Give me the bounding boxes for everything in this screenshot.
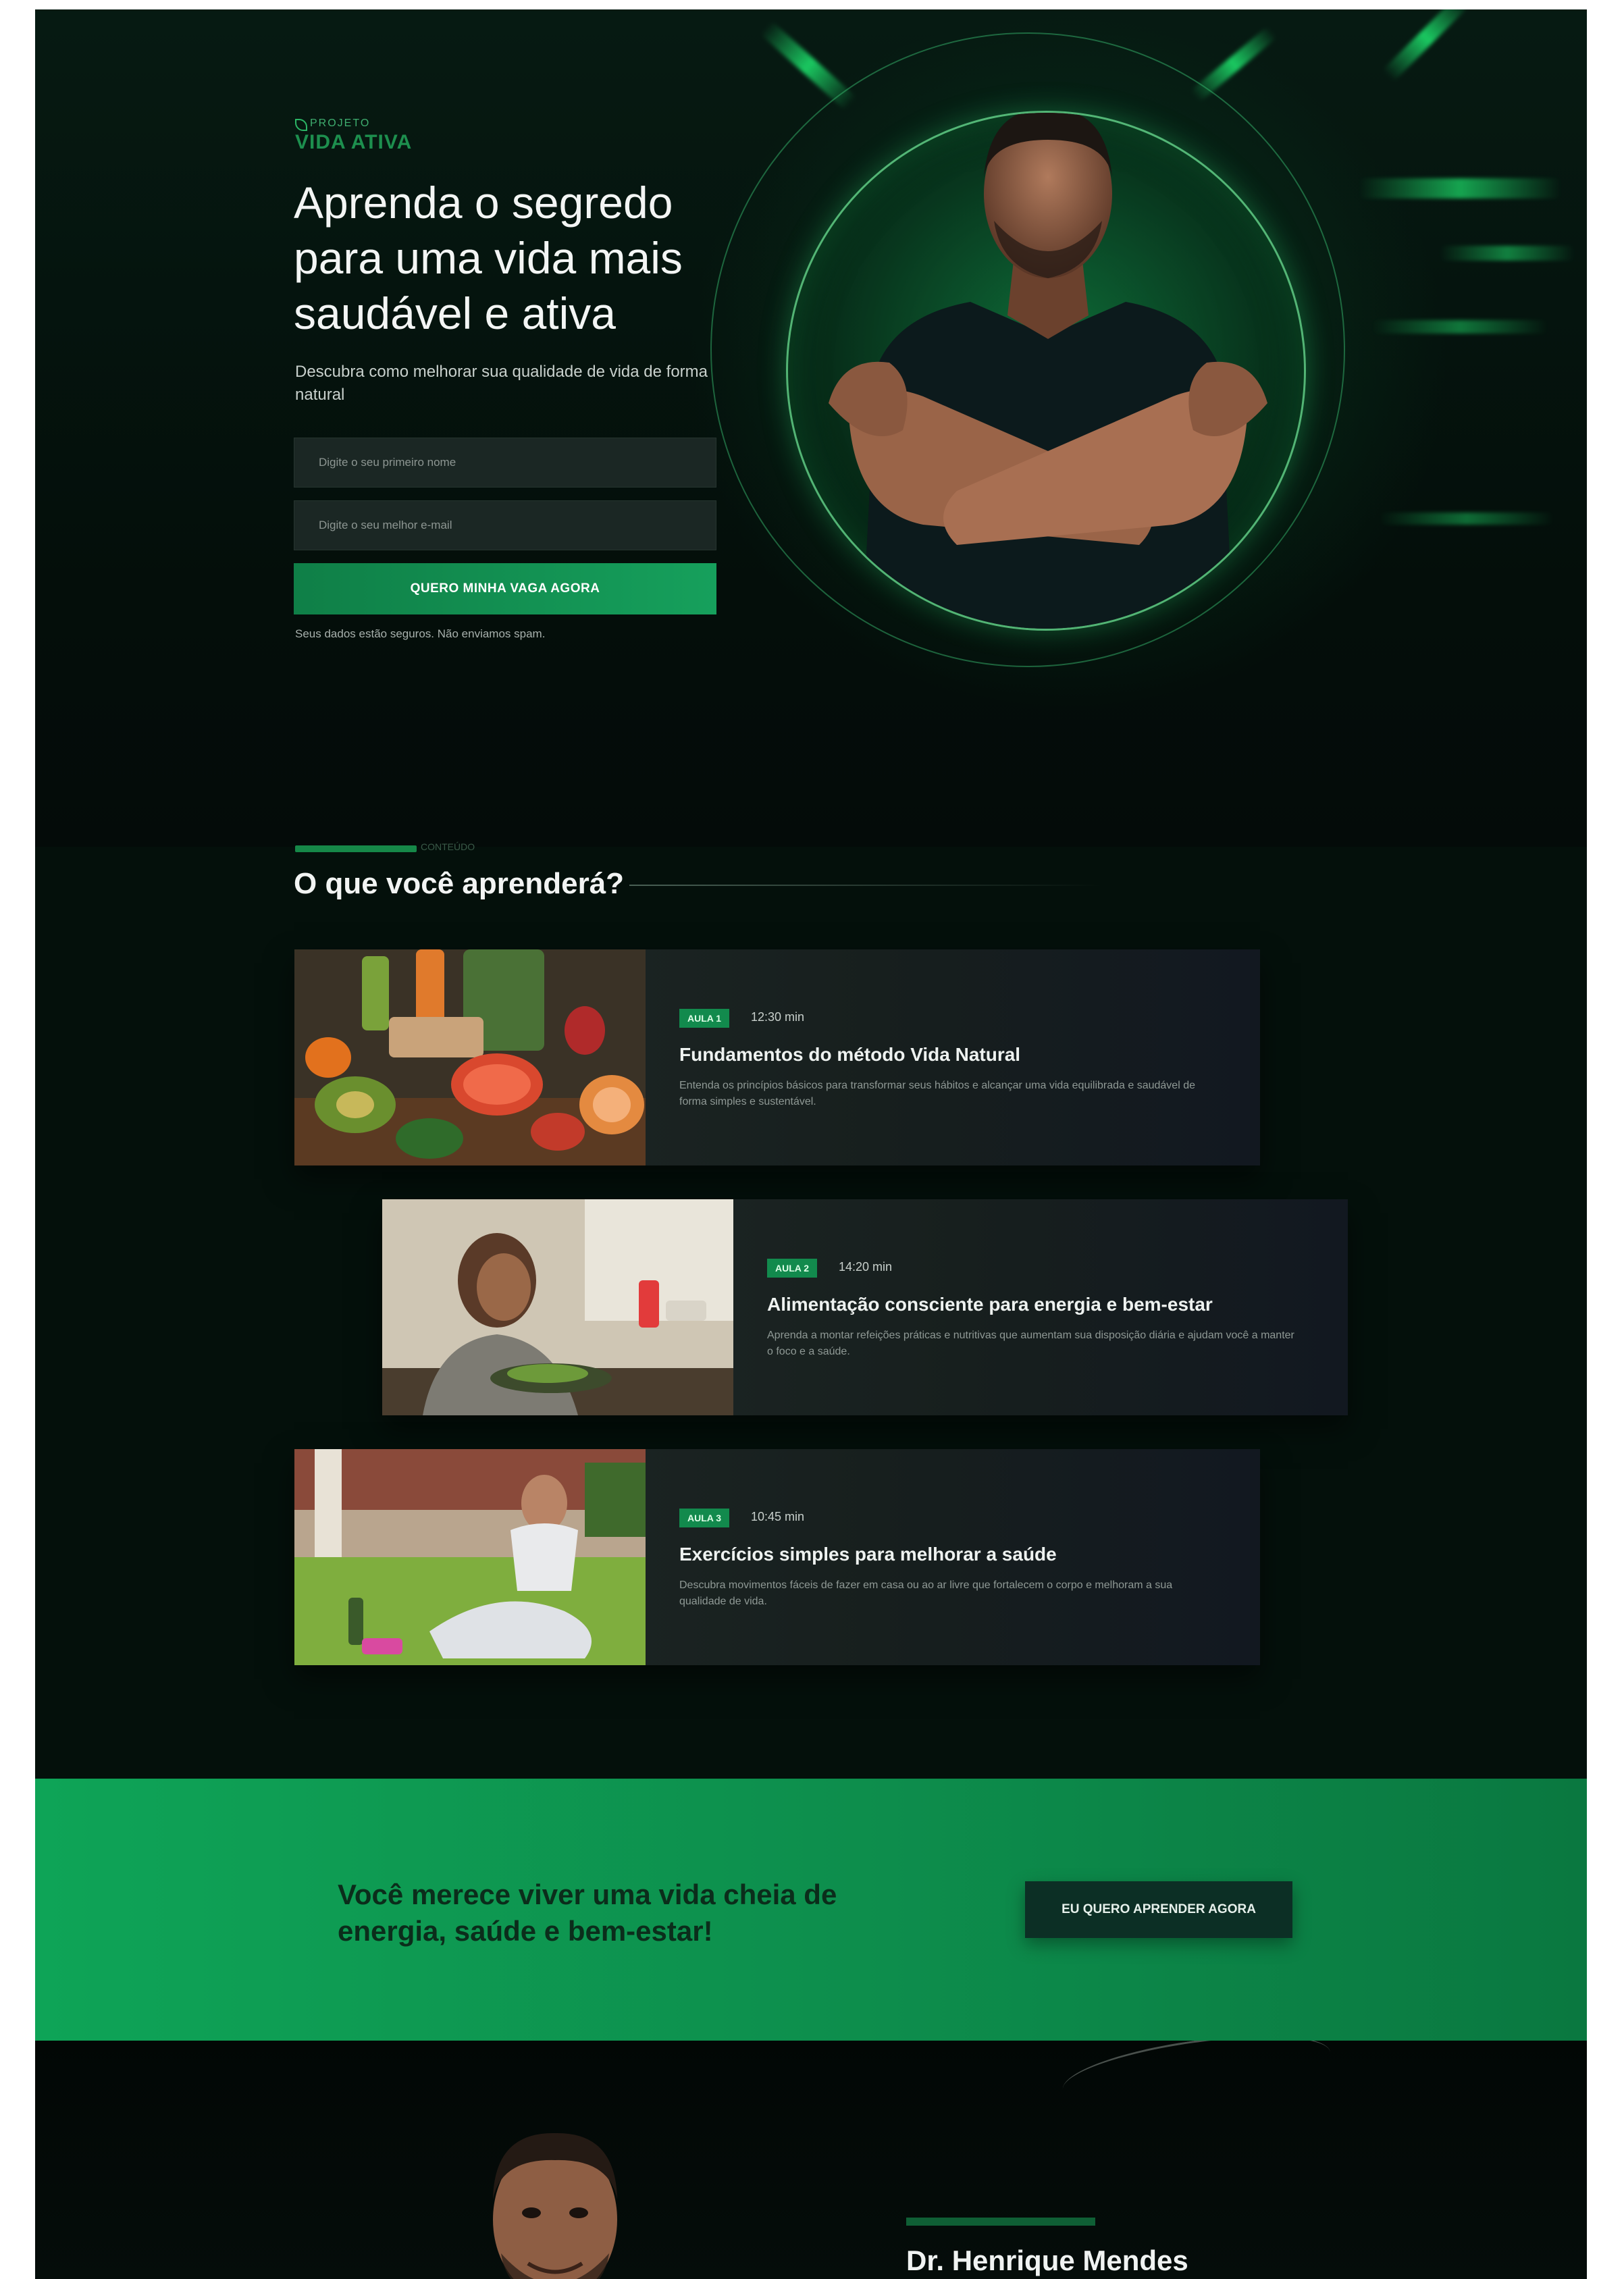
band-cta-button[interactable]: EU QUERO APRENDER AGORA: [1025, 1881, 1292, 1938]
light-streak: [1440, 246, 1575, 261]
email-input[interactable]: [294, 501, 716, 550]
band-headline: Você merece viver uma vida cheia de ener…: [338, 1879, 837, 1947]
decorative-arc: [1058, 2041, 1335, 2120]
coach-figure: [829, 113, 1267, 629]
logo-wordmark: VIDA ATIVA: [295, 131, 413, 153]
lesson-badge: AULA 3: [679, 1509, 730, 1527]
lesson-duration: 12:30 min: [751, 1010, 805, 1024]
signup-button[interactable]: QUERO MINHA VAGA AGORA: [294, 563, 716, 614]
author-section: Dr. Henrique Mendes: [35, 2041, 1587, 2279]
author-accent-bar: [906, 2218, 1095, 2226]
hero-section: PROJETO VIDA ATIVA Aprenda o segredo par…: [35, 9, 1587, 847]
lesson-title: Fundamentos do método Vida Natural: [679, 1044, 1021, 1065]
light-streak: [1382, 9, 1471, 82]
author-name: Dr. Henrique Mendes: [906, 2245, 1188, 2276]
leaf-icon: [295, 119, 307, 131]
hero-title: Aprenda o segredo para uma vida mais sau…: [294, 178, 683, 338]
hero-subtitle: Descubra como melhorar sua qualidade de …: [295, 363, 708, 404]
lesson-image-food: [294, 949, 646, 1165]
lesson-duration: 14:20 min: [839, 1260, 893, 1274]
lesson-title: Exercícios simples para melhorar a saúde: [679, 1544, 1057, 1565]
author-photo: [427, 2118, 683, 2279]
lesson-description: Aprenda a montar refeições práticas e nu…: [767, 1330, 1294, 1357]
kicker-label: CONTEÚDO: [421, 841, 475, 852]
lesson-image-exercise: [294, 1449, 646, 1665]
landing-page: PROJETO VIDA ATIVA Aprenda o segredo par…: [35, 9, 1587, 2279]
kicker-bar: [295, 845, 417, 852]
email-field[interactable]: [294, 500, 716, 550]
privacy-note: Seus dados estão seguros. Não enviamos s…: [295, 627, 546, 640]
lesson-card-2[interactable]: AULA 2 14:20 min Alimentação consciente …: [382, 1199, 1348, 1415]
cta-band: Você merece viver uma vida cheia de ener…: [35, 1779, 1587, 2041]
lesson-badge: AULA 2: [767, 1259, 818, 1278]
section-title: O que você aprenderá?: [294, 867, 625, 900]
author-portrait: [493, 2132, 617, 2279]
light-streak: [1359, 178, 1561, 199]
section-divider: [629, 885, 1102, 886]
coach-portrait: [786, 111, 1306, 631]
lesson-title: Alimentação consciente para energia e be…: [767, 1294, 1213, 1315]
name-field[interactable]: [294, 438, 716, 488]
light-streak: [1379, 513, 1554, 525]
exercise-illustration: [294, 1449, 646, 1665]
lesson-description: Entenda os princípios básicos para trans…: [679, 1080, 1195, 1107]
lesson-card-1[interactable]: AULA 1 12:30 min Fundamentos do método V…: [294, 949, 1260, 1165]
brand-logo[interactable]: PROJETO VIDA ATIVA: [295, 117, 444, 158]
food-illustration: [294, 949, 646, 1165]
section-kicker: CONTEÚDO: [295, 841, 475, 852]
logo-tagline: PROJETO: [310, 117, 371, 129]
lesson-badge: AULA 1: [679, 1009, 730, 1028]
cooking-illustration: [382, 1199, 733, 1415]
light-streak: [1372, 320, 1548, 334]
name-input[interactable]: [294, 438, 716, 487]
lesson-image-cooking: [382, 1199, 733, 1415]
lesson-description: Descubra movimentos fáceis de fazer em c…: [679, 1579, 1173, 1607]
lesson-duration: 10:45 min: [751, 1510, 805, 1523]
lesson-card-3[interactable]: AULA 3 10:45 min Exercícios simples para…: [294, 1449, 1260, 1665]
